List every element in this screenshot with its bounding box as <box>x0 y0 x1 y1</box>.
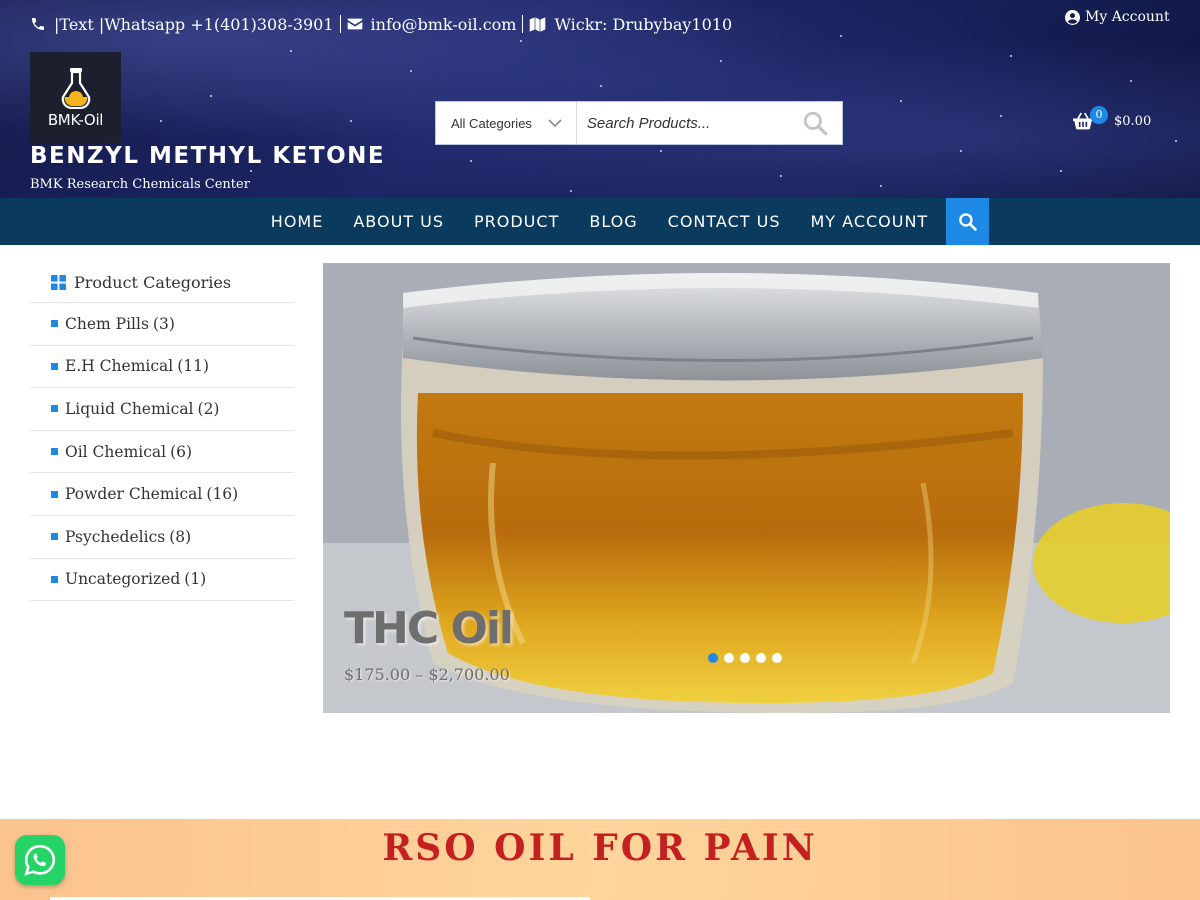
bullet-square-icon <box>51 490 58 498</box>
category-count: (8) <box>169 527 192 546</box>
category-select[interactable]: All Categories <box>436 102 577 144</box>
category-count: (1) <box>184 570 207 589</box>
my-account-label: My Account <box>1085 9 1170 25</box>
topbar-divider <box>522 15 524 33</box>
category-label: Chem Pills <box>65 314 149 333</box>
envelope-icon <box>347 18 362 30</box>
nav-item-contact-us[interactable]: CONTACT US <box>653 198 796 245</box>
category-item-eh-chemical[interactable]: E.H Chemical (11) <box>30 346 294 389</box>
nav-item-my-account[interactable]: MY ACCOUNT <box>795 198 943 245</box>
category-item-oil-chemical[interactable]: Oil Chemical (6) <box>30 431 294 474</box>
phone-text: |Text |Whatsapp +1(401)308-3901 <box>54 14 334 34</box>
bullet-square-icon <box>51 362 58 370</box>
my-account-link[interactable]: My Account <box>1065 9 1170 25</box>
site-tagline: BMK Research Chemicals Center <box>30 177 250 192</box>
site-header: |Text |Whatsapp +1(401)308-3901 info@bmk… <box>0 0 1200 198</box>
phone-contact[interactable]: |Text |Whatsapp +1(401)308-3901 <box>30 15 334 34</box>
category-label: Liquid Chemical <box>65 399 194 418</box>
product-categories-sidebar: Product Categories Chem Pills (3) E.H Ch… <box>30 263 294 602</box>
cart-widget[interactable]: 0 $0.00 <box>1073 106 1152 130</box>
map-icon <box>530 16 546 32</box>
logo-text: BMK-Oil <box>47 110 104 129</box>
email-text: info@bmk-oil.com <box>370 14 517 34</box>
category-item-uncategorized[interactable]: Uncategorized (1) <box>30 559 294 602</box>
slide-title[interactable]: THC Oil <box>344 603 514 654</box>
nav-search-button[interactable] <box>946 198 990 245</box>
nav-item-about-us[interactable]: ABOUT US <box>338 198 459 245</box>
flask-icon <box>61 67 90 109</box>
category-count: (6) <box>170 442 193 461</box>
cart-total: $0.00 <box>1114 113 1152 129</box>
category-count: (16) <box>206 485 239 504</box>
category-item-powder-chemical[interactable]: Powder Chemical (16) <box>30 473 294 516</box>
search-input[interactable] <box>576 102 788 144</box>
slider-dot[interactable] <box>772 653 782 663</box>
search-button[interactable] <box>788 102 842 144</box>
bullet-square-icon <box>51 448 58 456</box>
topbar-divider <box>339 15 341 33</box>
grid-icon <box>51 275 66 290</box>
category-label: Powder Chemical <box>65 485 203 504</box>
wickr-text: Wickr: Drubybay1010 <box>554 14 733 34</box>
cart-count-badge: 0 <box>1090 106 1108 124</box>
bullet-square-icon <box>51 575 58 583</box>
promo-title: RSO OIL FOR PAIN <box>382 827 818 869</box>
whatsapp-icon <box>24 844 56 876</box>
main-navigation: HOME ABOUT US PRODUCT BLOG CONTACT US MY… <box>0 198 1200 245</box>
promo-banner: RSO OIL FOR PAIN <box>0 819 1200 900</box>
whatsapp-chat-button[interactable] <box>15 835 65 885</box>
slider-dot[interactable] <box>756 653 766 663</box>
nav-item-product[interactable]: PRODUCT <box>459 198 574 245</box>
category-count: (11) <box>177 357 210 376</box>
chevron-down-icon <box>548 119 562 128</box>
site-logo[interactable]: BMK-Oil <box>30 52 121 143</box>
sidebar-heading: Product Categories <box>30 263 294 303</box>
category-label: Uncategorized <box>65 570 181 589</box>
slider-pagination <box>708 653 788 663</box>
category-item-liquid-chemical[interactable]: Liquid Chemical (2) <box>30 388 294 431</box>
wickr-contact: Wickr: Drubybay1010 <box>529 15 732 34</box>
bullet-square-icon <box>51 405 58 413</box>
site-title[interactable]: BENZYL METHYL KETONE <box>30 143 385 169</box>
nav-item-blog[interactable]: BLOG <box>574 198 652 245</box>
product-search-form: All Categories <box>435 101 843 145</box>
slide-price: $175.00 – $2,700.00 <box>344 665 510 684</box>
phone-icon <box>32 18 44 30</box>
email-contact[interactable]: info@bmk-oil.com <box>347 14 517 34</box>
slider-dot[interactable] <box>724 653 734 663</box>
search-icon <box>959 213 977 231</box>
category-count: (2) <box>197 399 220 418</box>
sidebar-heading-label: Product Categories <box>74 273 232 292</box>
user-circle-icon <box>1065 9 1080 25</box>
nav-item-home[interactable]: HOME <box>256 198 339 245</box>
category-label: Oil Chemical <box>65 442 167 461</box>
category-item-chem-pills[interactable]: Chem Pills (3) <box>30 303 294 346</box>
bullet-square-icon <box>51 533 58 541</box>
product-slider[interactable]: THC Oil $175.00 – $2,700.00 <box>323 263 1170 713</box>
slider-dot[interactable] <box>708 653 718 663</box>
category-select-value: All Categories <box>451 115 532 131</box>
category-label: Psychedelics <box>65 527 166 546</box>
category-label: E.H Chemical <box>65 357 174 376</box>
bullet-square-icon <box>51 320 58 328</box>
search-icon <box>803 111 828 136</box>
slider-dot[interactable] <box>740 653 750 663</box>
contact-topbar: |Text |Whatsapp +1(401)308-3901 info@bmk… <box>30 12 732 36</box>
category-count: (3) <box>152 314 175 333</box>
category-item-psychedelics[interactable]: Psychedelics (8) <box>30 516 294 559</box>
